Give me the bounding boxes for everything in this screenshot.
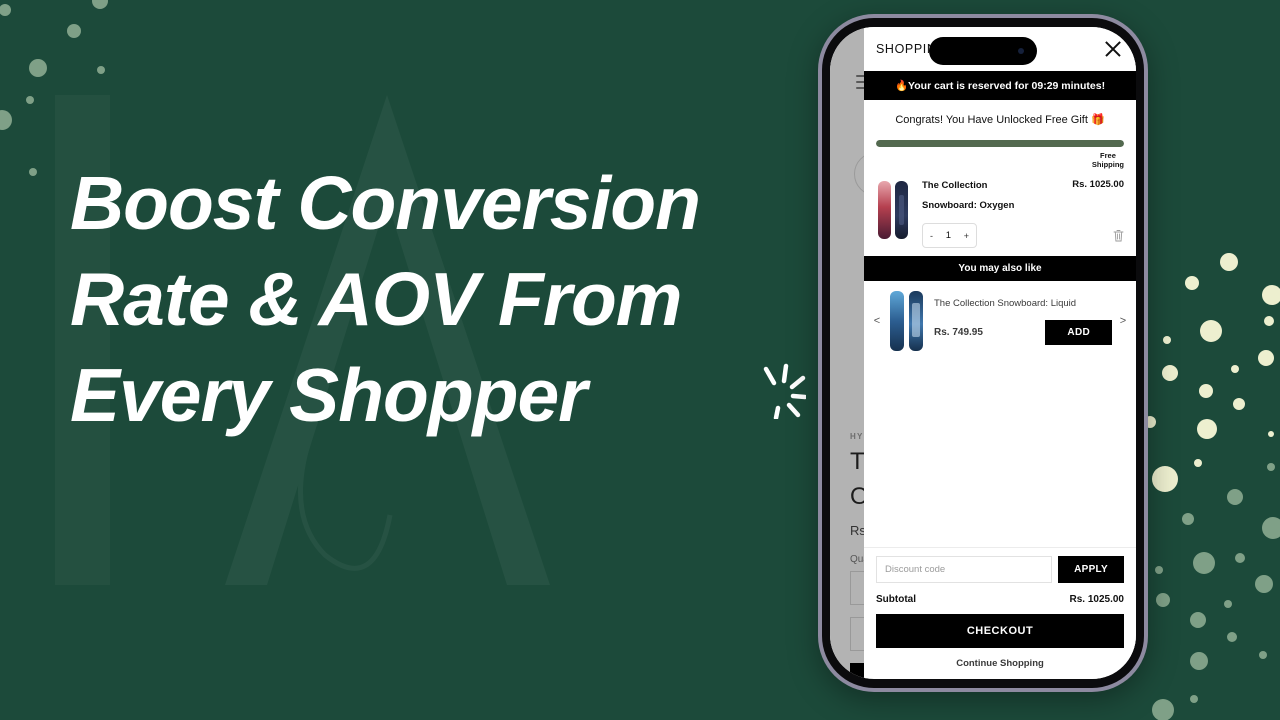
- phone-mockup: HYDR Th Ox Rs. Quan SHOPPING CART 🔥Your …: [818, 14, 1148, 692]
- upsell-product: The Collection Snowboard: Liquid Rs. 749…: [888, 289, 1112, 353]
- decorative-dot: [1262, 517, 1280, 539]
- quantity-decrease-button[interactable]: -: [930, 231, 933, 241]
- quantity-increase-button[interactable]: +: [964, 231, 969, 241]
- carousel-prev-button[interactable]: <: [870, 315, 884, 327]
- decorative-dot: [29, 59, 47, 77]
- upsell-carousel: < The Collection Snowboard: Liquid Rs. 7…: [864, 281, 1136, 363]
- decorative-dot: [1231, 365, 1239, 373]
- quantity-stepper[interactable]: - 1 +: [922, 223, 977, 248]
- decorative-dot: [1259, 651, 1267, 659]
- decorative-dot: [26, 96, 34, 104]
- phone-body: HYDR Th Ox Rs. Quan SHOPPING CART 🔥Your …: [822, 18, 1144, 688]
- add-to-cart-button[interactable]: ADD: [1045, 320, 1112, 345]
- decorative-dot: [0, 110, 12, 130]
- cart-line-item: The Collection Snowboard: Oxygen Rs. 102…: [876, 179, 1124, 248]
- decorative-dot: [1199, 384, 1213, 398]
- decorative-dot: [1227, 632, 1237, 642]
- milestone-line-1: Free: [1100, 151, 1116, 160]
- discount-code-input[interactable]: [876, 556, 1053, 583]
- subtotal-value: Rs. 1025.00: [1069, 594, 1125, 605]
- decorative-dot: [67, 24, 81, 38]
- decorative-dot: [1197, 419, 1217, 439]
- decorative-dot: [1268, 431, 1274, 437]
- decorative-dot: [1264, 316, 1274, 326]
- cart-item-name-line2: Snowboard: Oxygen: [922, 200, 1015, 211]
- shopping-cart-drawer: SHOPPING CART 🔥Your cart is reserved for…: [864, 27, 1136, 679]
- decorative-dot: [1193, 552, 1215, 574]
- headline-line-3: Every Shopper: [70, 347, 808, 443]
- cart-reservation-banner: 🔥Your cart is reserved for 09:29 minutes…: [864, 71, 1136, 100]
- decorative-dot: [1190, 695, 1198, 703]
- decorative-dot: [1235, 553, 1245, 563]
- decorative-dot: [1262, 285, 1280, 305]
- milestone-free-shipping: Free Shipping: [1092, 151, 1124, 169]
- snowboard-pair-blue-icon[interactable]: [888, 289, 926, 353]
- cart-item-details: The Collection Snowboard: Oxygen Rs. 102…: [922, 179, 1124, 248]
- decorative-dot: [29, 168, 37, 176]
- headline-line-1: Boost Conversion: [70, 161, 701, 245]
- decorative-dot: [1194, 459, 1202, 467]
- upsell-product-info: The Collection Snowboard: Liquid Rs. 749…: [934, 297, 1112, 345]
- cart-item-price: Rs. 1025.00: [1072, 179, 1124, 190]
- milestone-line-2: Shipping: [1091, 160, 1124, 169]
- headline-line-3-text: Every Shopper: [70, 353, 587, 437]
- cart-item-name: The Collection Snowboard: Oxygen: [922, 179, 1014, 213]
- decorative-dot: [1233, 398, 1245, 410]
- quantity-value: 1: [945, 230, 952, 241]
- upsell-header: You may also like: [864, 256, 1136, 281]
- burst-sparkle-icon: [762, 345, 808, 421]
- headline-line-2: Rate & AOV From: [70, 257, 682, 341]
- free-shipping-progress-bar: [876, 140, 1124, 147]
- discount-row: APPLY: [876, 556, 1124, 583]
- free-shipping-progress-fill: [876, 140, 1124, 147]
- apply-discount-button[interactable]: APPLY: [1058, 556, 1124, 583]
- page-title: Boost Conversion Rate & AOV From Every S…: [70, 155, 808, 443]
- close-icon[interactable]: [1102, 38, 1124, 60]
- cart-footer: APPLY Subtotal Rs. 1025.00 CHECKOUT Cont…: [864, 547, 1136, 679]
- decorative-dot: [1190, 612, 1206, 628]
- checkout-button[interactable]: CHECKOUT: [876, 614, 1124, 648]
- decorative-dot: [1258, 350, 1274, 366]
- decorative-dot: [1185, 276, 1199, 290]
- snowboard-pair-red-navy-icon[interactable]: [876, 179, 912, 248]
- dynamic-island: [929, 37, 1037, 65]
- decorative-dot: [97, 66, 105, 74]
- decorative-dot: [1200, 320, 1222, 342]
- decorative-dot: [1255, 575, 1273, 593]
- decorative-dot: [1182, 513, 1194, 525]
- decorative-dot: [1163, 336, 1171, 344]
- trash-icon[interactable]: [1113, 229, 1124, 242]
- upsell-product-name: The Collection Snowboard: Liquid: [934, 298, 1077, 309]
- decorative-dot: [1190, 652, 1208, 670]
- decorative-dot: [1155, 566, 1163, 574]
- decorative-dot: [1162, 365, 1178, 381]
- decorative-dot: [1152, 466, 1178, 492]
- front-camera-icon: [1018, 48, 1024, 54]
- upsell-product-price: Rs. 749.95: [934, 327, 983, 338]
- free-gift-progress-section: Congrats! You Have Unlocked Free Gift 🎁 …: [864, 100, 1136, 169]
- decorative-dot: [1224, 600, 1232, 608]
- free-gift-message: Congrats! You Have Unlocked Free Gift 🎁: [895, 114, 1105, 126]
- decorative-dot: [1152, 699, 1174, 720]
- cart-line-items: The Collection Snowboard: Oxygen Rs. 102…: [864, 169, 1136, 256]
- cart-item-name-line1: The Collection: [922, 180, 988, 191]
- carousel-next-button[interactable]: >: [1116, 315, 1130, 327]
- subtotal-label: Subtotal: [876, 594, 916, 605]
- continue-shopping-link[interactable]: Continue Shopping: [876, 658, 1124, 669]
- phone-screen: HYDR Th Ox Rs. Quan SHOPPING CART 🔥Your …: [830, 27, 1136, 679]
- decorative-dot: [1156, 593, 1170, 607]
- cart-empty-space: [864, 363, 1136, 547]
- subtotal-row: Subtotal Rs. 1025.00: [876, 594, 1124, 605]
- decorative-dot: [1220, 253, 1238, 271]
- decorative-dot: [1227, 489, 1243, 505]
- decorative-dot: [0, 4, 11, 16]
- progress-milestone-labels: Free Shipping: [876, 151, 1124, 169]
- decorative-dot: [1267, 463, 1275, 471]
- decorative-dot: [92, 0, 108, 9]
